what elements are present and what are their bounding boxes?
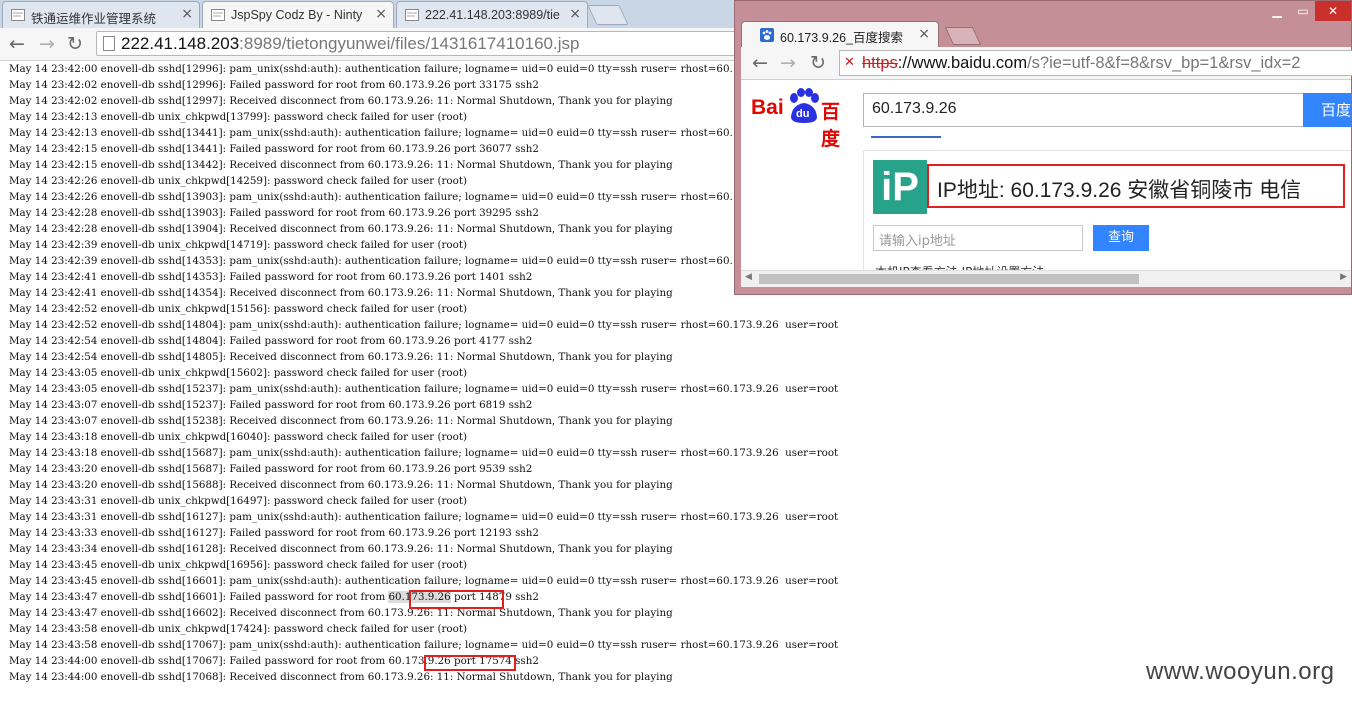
page-icon — [405, 9, 419, 21]
log-line: May 14 23:42:52 enovell-db sshd[14804]: … — [9, 319, 839, 331]
forward-arrow-icon[interactable]: → — [777, 52, 799, 74]
highlight-box-ip-result — [927, 164, 1345, 208]
baidu-browser-window: ▁ ▭ ✕ 60.173.9.26_百度搜索 × ← → ↻ ✕ https:/… — [734, 0, 1352, 295]
reload-icon[interactable]: ↻ — [64, 33, 86, 55]
tab-title: 60.173.9.26_百度搜索 — [780, 31, 903, 45]
log-line: May 14 23:43:33 enovell-db sshd[16127]: … — [9, 527, 539, 539]
log-line: May 14 23:43:47 enovell-db sshd[16602]: … — [9, 607, 673, 619]
search-input[interactable]: 60.173.9.26 — [863, 93, 1305, 127]
log-line: May 14 23:43:05 enovell-db unix_chkpwd[1… — [9, 367, 467, 379]
close-icon[interactable]: × — [181, 6, 193, 22]
close-icon[interactable]: × — [918, 26, 930, 42]
address-url: 222.41.148.203:8989/tietongyunwei/files/… — [121, 34, 579, 54]
scroll-left-icon[interactable]: ◀ — [745, 272, 752, 282]
broken-lock-icon: ✕ — [844, 55, 855, 70]
log-line: May 14 23:43:07 enovell-db sshd[15238]: … — [9, 415, 673, 427]
log-line: May 14 23:43:20 enovell-db sshd[15687]: … — [9, 463, 533, 475]
tab-jspspy[interactable]: JspSpy Codz By - Ninty × — [202, 1, 394, 28]
ip-address-input[interactable]: 请输入ip地址 — [873, 225, 1083, 251]
log-line: May 14 23:43:47 enovell-db sshd[16601]: … — [9, 591, 539, 603]
log-line: May 14 23:43:45 enovell-db sshd[16601]: … — [9, 575, 839, 587]
log-line: May 14 23:43:34 enovell-db sshd[16128]: … — [9, 543, 673, 555]
browser-toolbar: ← → ↻ ✕ https://www.baidu.com/s?ie=utf-8… — [741, 47, 1352, 80]
address-bar[interactable]: ✕ https://www.baidu.com/s?ie=utf-8&f=8&r… — [839, 50, 1352, 76]
tab-title: JspSpy Codz By - Ninty — [231, 8, 363, 22]
watermark: www.wooyun.org — [1146, 658, 1335, 685]
page-icon — [103, 36, 115, 51]
reload-icon[interactable]: ↻ — [807, 52, 829, 74]
forward-arrow-icon[interactable]: → — [36, 33, 58, 55]
logo-text-du: du — [796, 108, 810, 120]
scroll-right-icon[interactable]: ▶ — [1340, 272, 1347, 282]
tab-title: 222.41.148.203:8989/tie — [425, 8, 560, 22]
new-tab-button[interactable] — [944, 27, 982, 45]
page-icon — [11, 9, 25, 21]
maximize-icon[interactable]: ▭ — [1291, 1, 1315, 21]
search-button[interactable]: 百度 — [1303, 93, 1351, 127]
nav-underline — [871, 136, 941, 138]
log-line: May 14 23:43:20 enovell-db sshd[15688]: … — [9, 479, 673, 491]
highlight-box-ip — [409, 590, 504, 609]
logo-text-bai: Bai — [751, 96, 784, 119]
log-line: May 14 23:43:18 enovell-db unix_chkpwd[1… — [9, 431, 467, 443]
url-path: :8989/tietongyunwei/files/1431617410160.… — [239, 34, 580, 53]
baidu-logo[interactable]: Bai du 百度 — [751, 88, 855, 150]
ip-query-button[interactable]: 查询 — [1093, 225, 1149, 251]
log-line: May 14 23:42:52 enovell-db unix_chkpwd[1… — [9, 303, 467, 315]
minimize-icon[interactable]: ▁ — [1265, 1, 1289, 21]
log-line: May 14 23:42:54 enovell-db sshd[14805]: … — [9, 351, 673, 363]
url-host: ://www.baidu.com — [897, 54, 1028, 72]
log-line: May 14 23:42:54 enovell-db sshd[14804]: … — [9, 335, 533, 347]
baidu-page: Bai du 百度 60.173.9.26 百度 iP IP地址: 60.173… — [741, 80, 1351, 286]
scrollbar-thumb[interactable] — [759, 274, 1139, 284]
close-window-icon[interactable]: ✕ — [1315, 1, 1351, 21]
horizontal-scrollbar[interactable]: ◀ ▶ — [741, 270, 1351, 287]
log-line: May 14 23:43:07 enovell-db sshd[15237]: … — [9, 399, 533, 411]
tab-log-url[interactable]: 222.41.148.203:8989/tie × — [396, 1, 588, 28]
log-line: May 14 23:43:05 enovell-db sshd[15237]: … — [9, 383, 839, 395]
new-tab-button[interactable] — [587, 5, 629, 25]
tab-title: 铁通运维作业管理系统 — [31, 12, 157, 26]
log-line: May 14 23:43:58 enovell-db unix_chkpwd[1… — [9, 623, 467, 635]
log-line: May 14 23:43:31 enovell-db sshd[16127]: … — [9, 511, 839, 523]
url-scheme: https — [862, 54, 898, 72]
log-line: May 14 23:43:31 enovell-db unix_chkpwd[1… — [9, 495, 467, 507]
tab-baidu-search[interactable]: 60.173.9.26_百度搜索 × — [741, 21, 939, 47]
url-path: /s?ie=utf-8&f=8&rsv_bp=1&rsv_idx=2 — [1027, 54, 1301, 72]
log-line: May 14 23:43:18 enovell-db sshd[15687]: … — [9, 447, 839, 459]
address-bar[interactable]: 222.41.148.203:8989/tietongyunwei/files/… — [96, 31, 776, 56]
url-host: 222.41.148.203 — [121, 34, 240, 53]
address-url: https://www.baidu.com/s?ie=utf-8&f=8&rsv… — [862, 54, 1300, 73]
back-arrow-icon[interactable]: ← — [749, 52, 771, 74]
tab-ops-system[interactable]: 铁通运维作业管理系统 × — [2, 1, 200, 28]
logo-text-baidu: 百度 — [821, 101, 841, 150]
page-icon — [211, 9, 225, 21]
baidu-paw-icon — [760, 28, 774, 42]
close-icon[interactable]: × — [569, 6, 581, 22]
ip-icon: iP — [873, 160, 927, 214]
log-line: May 14 23:43:58 enovell-db sshd[17067]: … — [9, 639, 839, 651]
back-arrow-icon[interactable]: ← — [6, 33, 28, 55]
close-icon[interactable]: × — [375, 6, 387, 22]
highlight-box-ip — [424, 655, 516, 671]
log-line: May 14 23:43:45 enovell-db unix_chkpwd[1… — [9, 559, 467, 571]
